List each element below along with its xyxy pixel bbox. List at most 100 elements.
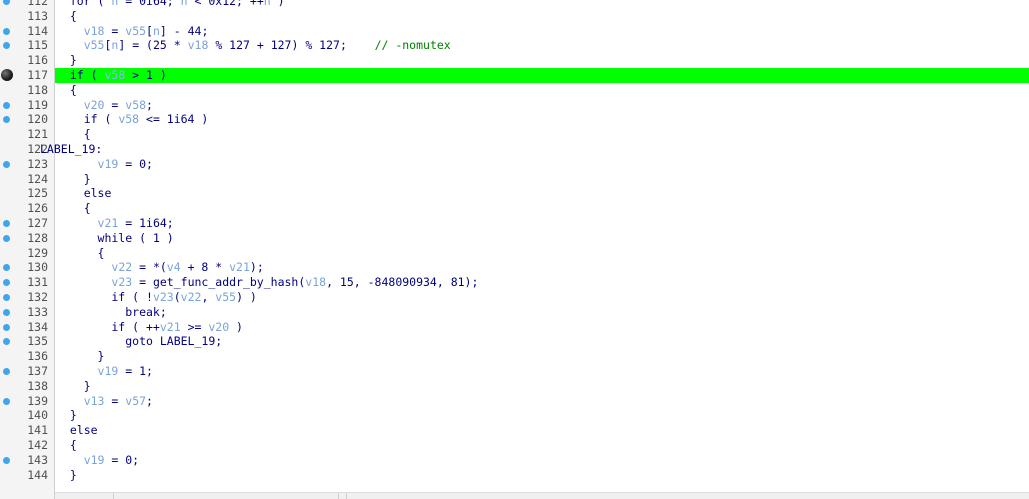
code-text[interactable]: { — [56, 246, 105, 261]
code-line[interactable]: 135 goto LABEL_19; — [0, 334, 1029, 349]
line-number: 138 — [27, 378, 48, 393]
code-text[interactable]: break; — [56, 305, 167, 320]
line-number: 129 — [27, 245, 48, 260]
code-text[interactable]: { — [56, 127, 91, 142]
executable-line-icon[interactable] — [3, 308, 10, 316]
code-line[interactable]: 144 } — [0, 468, 1029, 483]
code-text[interactable]: } — [56, 468, 77, 483]
executable-line-icon[interactable] — [3, 42, 10, 50]
code-line[interactable]: 113 { — [0, 9, 1029, 24]
executable-line-icon[interactable] — [3, 367, 10, 375]
code-text[interactable]: else — [56, 423, 98, 438]
code-text[interactable]: { — [56, 9, 77, 24]
code-text[interactable]: { — [56, 83, 77, 98]
executable-line-icon[interactable] — [3, 397, 10, 405]
code-line[interactable]: 129 { — [0, 246, 1029, 261]
code-text[interactable]: v55[n] = (25 * v18 % 127 + 127) % 127; /… — [56, 38, 451, 53]
code-line[interactable]: 139 v13 = v57; — [0, 394, 1029, 409]
code-line[interactable]: 130 v22 = *(v4 + 8 * v21); — [0, 260, 1029, 275]
code-line[interactable]: 133 break; — [0, 305, 1029, 320]
code-text[interactable]: v13 = v57; — [56, 394, 153, 409]
code-line[interactable]: 114 v18 = v55[n] - 44; — [0, 24, 1029, 39]
code-line[interactable]: 143 v19 = 0; — [0, 453, 1029, 468]
code-line[interactable]: 122 LABEL_19: — [0, 142, 1029, 157]
executable-line-icon[interactable] — [3, 0, 10, 5]
code-text[interactable]: v20 = v58; — [56, 98, 153, 113]
code-text[interactable]: v21 = 1i64; — [56, 216, 174, 231]
code-text[interactable]: } — [56, 408, 77, 423]
executable-line-icon[interactable] — [3, 264, 10, 272]
code-line[interactable]: 131 v23 = get_func_addr_by_hash(v18, 15,… — [0, 275, 1029, 290]
executable-line-icon[interactable] — [3, 293, 10, 301]
executable-line-icon[interactable] — [3, 219, 10, 227]
code-text[interactable]: LABEL_19: — [40, 142, 102, 157]
code-text[interactable]: if ( v58 > 1 ) — [56, 68, 167, 83]
code-text[interactable]: if ( !v23(v22, v55) ) — [56, 290, 256, 305]
code-text[interactable]: if ( v58 <= 1i64 ) — [56, 112, 209, 127]
code-text[interactable]: } — [56, 379, 91, 394]
code-text[interactable]: else — [56, 186, 112, 201]
code-text[interactable]: v23 = get_func_addr_by_hash(v18, 15, -84… — [56, 275, 478, 290]
executable-line-icon[interactable] — [3, 101, 10, 109]
code-line[interactable]: 141 else — [0, 423, 1029, 438]
code-line[interactable]: 142 { — [0, 438, 1029, 453]
line-number: 133 — [27, 304, 48, 319]
executable-line-icon[interactable] — [3, 160, 10, 168]
line-number: 112 — [27, 0, 48, 8]
code-line[interactable]: 121 { — [0, 127, 1029, 142]
code-line[interactable]: 119 v20 = v58; — [0, 98, 1029, 113]
line-number: 125 — [27, 186, 48, 201]
pseudocode-viewer[interactable]: 112 for ( n = 0i64; n < 0x12; ++n ) 113 {… — [0, 0, 1029, 499]
executable-line-icon[interactable] — [3, 456, 10, 464]
line-number: 139 — [27, 393, 48, 408]
code-lines[interactable]: 112 for ( n = 0i64; n < 0x12; ++n ) 113 {… — [0, 0, 1029, 482]
executable-line-icon[interactable] — [3, 338, 10, 346]
code-line[interactable]: 126 { — [0, 201, 1029, 216]
code-line[interactable]: 138 } — [0, 379, 1029, 394]
code-line[interactable]: 123 v19 = 0; — [0, 157, 1029, 172]
executable-line-icon[interactable] — [3, 234, 10, 242]
code-line[interactable]: 118 { — [0, 83, 1029, 98]
code-line[interactable]: 117 if ( v58 > 1 ) — [0, 67, 1029, 83]
executable-line-icon[interactable] — [3, 27, 10, 35]
executable-line-icon[interactable] — [3, 116, 10, 124]
code-text[interactable]: { — [56, 438, 77, 453]
code-text[interactable]: { — [56, 201, 91, 216]
code-line[interactable]: 128 while ( 1 ) — [0, 231, 1029, 246]
line-number: 119 — [27, 97, 48, 112]
code-text[interactable]: v19 = 0; — [56, 157, 153, 172]
executable-line-icon[interactable] — [3, 279, 10, 287]
scrollbar-tick — [113, 493, 114, 499]
code-line[interactable]: 124 } — [0, 172, 1029, 187]
code-line[interactable]: 125 else — [0, 186, 1029, 201]
code-text[interactable]: if ( ++v21 >= v20 ) — [56, 320, 243, 335]
code-line[interactable]: 127 v21 = 1i64; — [0, 216, 1029, 231]
scrollbar-tick — [338, 493, 339, 499]
code-line[interactable]: 136 } — [0, 349, 1029, 364]
line-number: 124 — [27, 171, 48, 186]
code-text[interactable]: goto LABEL_19; — [56, 334, 222, 349]
code-line[interactable]: 116 } — [0, 53, 1029, 68]
code-line[interactable]: 115 v55[n] = (25 * v18 % 127 + 127) % 12… — [0, 38, 1029, 53]
line-number: 120 — [27, 112, 48, 127]
code-text[interactable]: v19 = 1; — [56, 364, 153, 379]
code-line[interactable]: 112 for ( n = 0i64; n < 0x12; ++n ) — [0, 0, 1029, 9]
code-text[interactable]: v18 = v55[n] - 44; — [56, 24, 209, 39]
code-text[interactable]: for ( n = 0i64; n < 0x12; ++n ) — [56, 0, 285, 9]
line-number: 136 — [27, 349, 48, 364]
code-text[interactable]: while ( 1 ) — [56, 231, 174, 246]
code-line[interactable]: 120 if ( v58 <= 1i64 ) — [0, 112, 1029, 127]
code-line[interactable]: 137 v19 = 1; — [0, 364, 1029, 379]
code-text[interactable]: } — [56, 53, 77, 68]
code-text[interactable]: } — [56, 349, 105, 364]
code-line[interactable]: 132 if ( !v23(v22, v55) ) — [0, 290, 1029, 305]
line-number: 128 — [27, 230, 48, 245]
code-text[interactable]: v19 = 0; — [56, 453, 139, 468]
code-line[interactable]: 140 } — [0, 408, 1029, 423]
code-text[interactable]: v22 = *(v4 + 8 * v21); — [56, 260, 263, 275]
line-number: 142 — [27, 437, 48, 452]
executable-line-icon[interactable] — [3, 323, 10, 331]
code-text[interactable]: } — [56, 172, 91, 187]
code-line[interactable]: 134 if ( ++v21 >= v20 ) — [0, 320, 1029, 335]
horizontal-scrollbar[interactable] — [55, 492, 1029, 499]
